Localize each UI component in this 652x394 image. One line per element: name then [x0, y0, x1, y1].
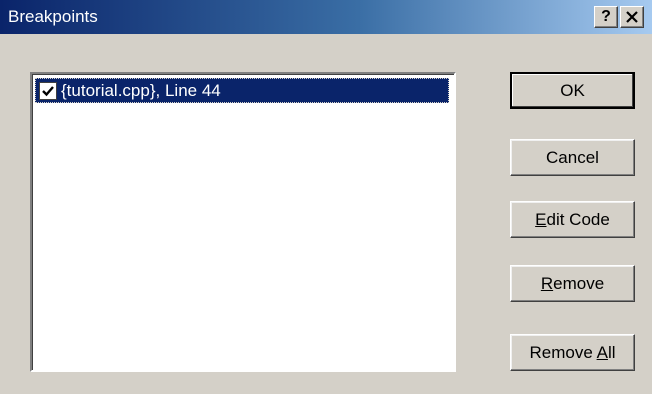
- edit-code-label: dit Code: [546, 210, 610, 229]
- remove-button[interactable]: Remove: [510, 265, 635, 302]
- breakpoint-label: {tutorial.cpp}, Line 44: [61, 81, 221, 100]
- title-bar[interactable]: Breakpoints ?: [0, 0, 652, 34]
- remove-label: emove: [553, 274, 605, 293]
- close-button[interactable]: [620, 6, 644, 28]
- breakpoints-dialog: Breakpoints ? {tutorial.cpp}, Line 44 OK…: [0, 0, 652, 394]
- breakpoint-item[interactable]: {tutorial.cpp}, Line 44: [35, 78, 449, 103]
- breakpoint-checkbox[interactable]: [39, 82, 57, 100]
- checkmark-icon: [42, 86, 54, 97]
- remove-all-prefix: Remove: [529, 343, 597, 362]
- cancel-button[interactable]: Cancel: [510, 139, 635, 176]
- ok-button[interactable]: OK: [510, 72, 635, 109]
- remove-all-button[interactable]: Remove All: [510, 334, 635, 371]
- edit-code-button[interactable]: Edit Code: [510, 201, 635, 238]
- edit-code-mnemonic: E: [535, 210, 547, 229]
- remove-all-label: ll: [607, 343, 616, 362]
- help-button[interactable]: ?: [594, 6, 618, 28]
- remove-mnemonic: R: [540, 274, 554, 293]
- close-icon: [626, 11, 638, 23]
- breakpoints-list[interactable]: {tutorial.cpp}, Line 44: [30, 72, 456, 372]
- dialog-title: Breakpoints: [8, 7, 98, 26]
- remove-all-mnemonic: A: [596, 343, 608, 362]
